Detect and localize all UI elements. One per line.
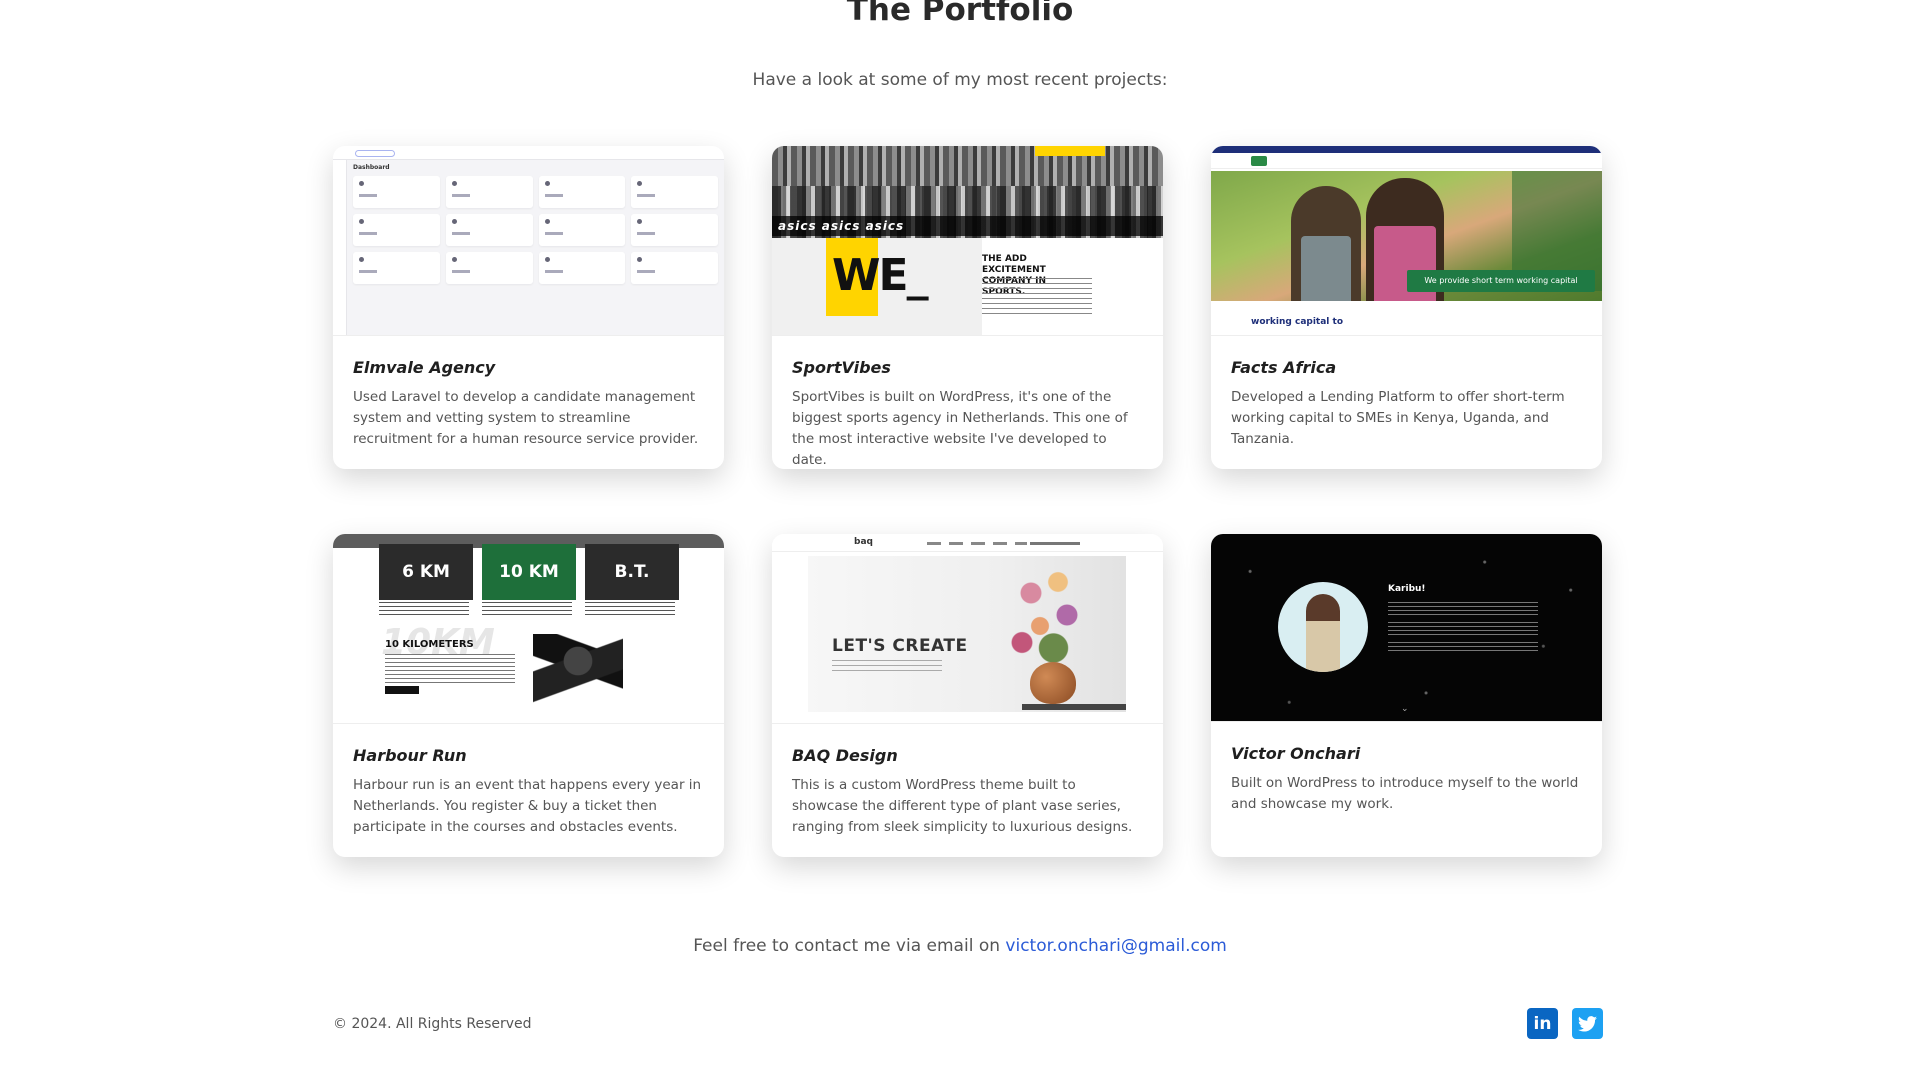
thumb-nav-right: [1030, 542, 1080, 545]
thumb-tile: [353, 214, 440, 246]
project-title: Harbour Run: [353, 746, 467, 765]
thumb-box-10km: 10 KM: [482, 544, 576, 600]
project-card-baq-design[interactable]: baq LET'S CREATE BAQ Design This is a cu…: [772, 534, 1163, 857]
project-thumbnail-harbour-run: 6 KM 10 KM B.T. 10KM 10 KILOMETERS: [333, 534, 724, 724]
thumb-kilometers-label: 10 KILOMETERS: [385, 639, 474, 650]
project-card-victor-onchari[interactable]: Karibu! ⌄ Victor Onchari Built on WordPr…: [1211, 534, 1602, 857]
thumb-caption: [585, 602, 675, 616]
thumb-yellow-tag: [1035, 146, 1105, 156]
project-card-sportvibes[interactable]: asics asics asics WE_ THE ADD EXCITEMENT…: [772, 146, 1163, 469]
project-description: Harbour run is an event that happens eve…: [353, 777, 702, 835]
email-link[interactable]: victor.onchari@gmail.com: [1005, 936, 1226, 956]
project-card-facts-africa[interactable]: We provide short term working capital wo…: [1211, 146, 1602, 469]
thumb-tile: [445, 214, 533, 246]
thumb-text-lines: [1388, 622, 1538, 636]
thumb-avatar: [1278, 582, 1368, 672]
page-title: The Portfolio: [846, 0, 1074, 28]
thumb-logo: baq: [854, 537, 873, 547]
thumb-button: [385, 686, 419, 694]
thumb-tile: [631, 176, 718, 208]
thumb-banner-text: asics asics asics: [778, 219, 905, 233]
project-title: Victor Onchari: [1231, 744, 1361, 763]
linkedin-button[interactable]: in: [1527, 1008, 1558, 1039]
thumb-tile: [631, 214, 718, 246]
thumb-caption: [379, 602, 469, 616]
contact-line: Feel free to contact me via email on vic…: [0, 936, 1920, 956]
thumb-tiles: [353, 176, 718, 284]
project-title: Elmvale Agency: [353, 358, 496, 377]
thumb-topbar: [333, 146, 724, 160]
thumb-shelf: [1022, 704, 1126, 710]
thumb-sidebar: [333, 160, 347, 335]
thumb-text-lines: [1388, 642, 1538, 652]
project-description: SportVibes is built on WordPress, it's o…: [792, 389, 1128, 468]
thumb-tile: [353, 176, 440, 208]
portfolio-grid: Dashboard Elmvale Agency Used Laravel to…: [333, 146, 1602, 857]
thumb-caption: [482, 602, 572, 616]
thumb-greeting: Karibu!: [1388, 584, 1426, 594]
twitter-icon: [1578, 1015, 1597, 1032]
thumb-tile: [538, 214, 626, 246]
project-card-elmvale[interactable]: Dashboard Elmvale Agency Used Laravel to…: [333, 146, 724, 469]
thumb-logo: [1251, 156, 1267, 166]
project-title: BAQ Design: [792, 746, 898, 765]
thumb-tile: [353, 252, 440, 284]
project-description: Developed a Lending Platform to offer sh…: [1231, 389, 1565, 447]
thumb-vase: [1030, 662, 1076, 704]
project-thumbnail-baq-design: baq LET'S CREATE: [772, 534, 1163, 724]
thumb-nav: [1211, 153, 1602, 169]
thumb-tile: [445, 252, 533, 284]
project-thumbnail-facts-africa: We provide short term working capital wo…: [1211, 146, 1602, 336]
thumb-text-lines: [982, 278, 1092, 316]
project-title: SportVibes: [792, 358, 891, 377]
thumb-box-6km: 6 KM: [379, 544, 473, 600]
contact-prefix: Feel free to contact me via email on: [693, 936, 1006, 956]
thumb-we-logo: WE_: [832, 250, 929, 301]
thumb-cta: We provide short term working capital: [1407, 270, 1595, 292]
project-description: This is a custom WordPress theme built t…: [792, 777, 1133, 835]
thumb-dashboard-label: Dashboard: [353, 164, 390, 171]
project-thumbnail-elmvale: Dashboard: [333, 146, 724, 336]
thumb-subtext: [832, 660, 942, 672]
project-thumbnail-victor-onchari: Karibu! ⌄: [1211, 534, 1602, 722]
thumb-tile: [538, 252, 626, 284]
linkedin-icon: in: [1533, 1013, 1552, 1034]
thumb-box-bt: B.T.: [585, 544, 679, 600]
thumb-person: [1291, 186, 1361, 301]
thumb-runner-photo: [533, 634, 623, 723]
thumb-topstrip: [1211, 146, 1602, 153]
thumb-tile: [538, 176, 626, 208]
thumb-down-arrow-icon: ⌄: [1401, 704, 1409, 714]
thumb-paragraph: [385, 654, 515, 684]
project-description: Built on WordPress to introduce myself t…: [1231, 775, 1579, 812]
twitter-button[interactable]: [1572, 1008, 1603, 1039]
thumb-banner: asics asics asics: [772, 216, 1163, 236]
project-description: Used Laravel to develop a candidate mana…: [353, 389, 699, 447]
project-card-harbour-run[interactable]: 6 KM 10 KM B.T. 10KM 10 KILOMETERS Harbo…: [333, 534, 724, 857]
thumb-text-lines: [1388, 602, 1538, 616]
thumb-tile: [445, 176, 533, 208]
page-subtitle: Have a look at some of my most recent pr…: [752, 70, 1168, 90]
thumb-capital-text: working capital to: [1251, 317, 1344, 327]
copyright: © 2024. All Rights Reserved: [333, 1016, 532, 1032]
thumb-tile: [631, 252, 718, 284]
project-thumbnail-sportvibes: asics asics asics WE_ THE ADD EXCITEMENT…: [772, 146, 1163, 336]
thumb-headline: LET'S CREATE: [832, 636, 968, 656]
thumb-pill: [355, 150, 395, 157]
thumb-nav-links: [927, 542, 1027, 545]
project-title: Facts Africa: [1231, 358, 1337, 377]
thumb-flowers: [1004, 560, 1094, 670]
